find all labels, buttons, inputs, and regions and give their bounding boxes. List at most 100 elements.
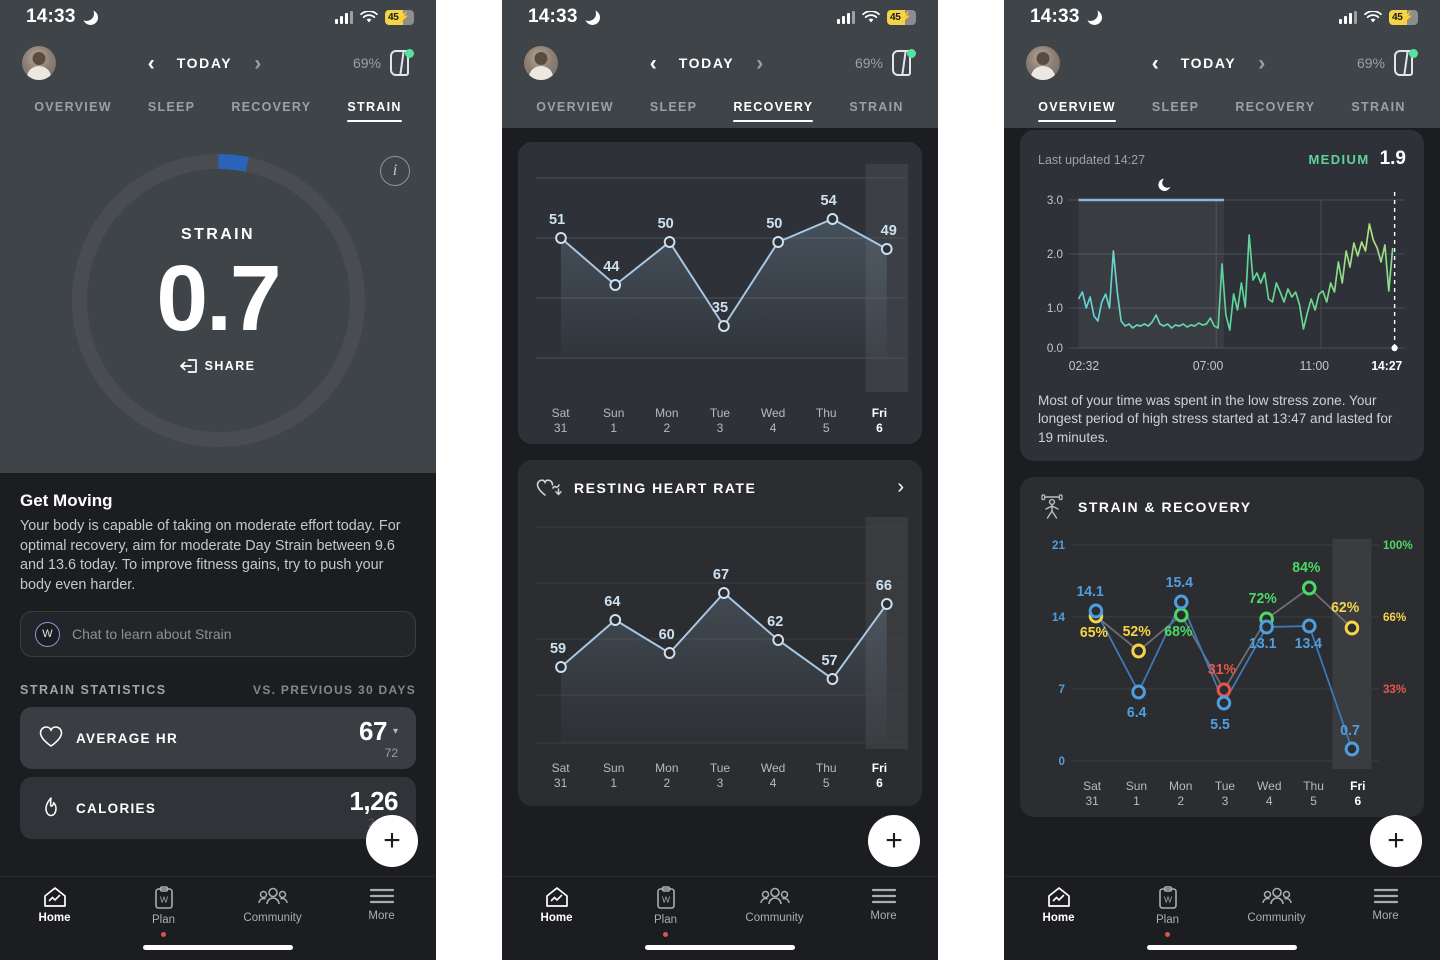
- chevron-down-icon[interactable]: ▾: [393, 726, 398, 737]
- clipboard-w-icon: W: [656, 886, 675, 909]
- nav-item-plan[interactable]: W Plan: [122, 886, 206, 937]
- current-date-label[interactable]: TODAY: [679, 55, 734, 71]
- svg-text:14: 14: [1052, 610, 1065, 624]
- user-avatar[interactable]: [1026, 46, 1060, 80]
- add-activity-button[interactable]: +: [366, 815, 418, 867]
- status-bar: 14:33 45 ⚡: [0, 0, 436, 34]
- nav-label: More: [1372, 910, 1399, 922]
- prev-day-button[interactable]: ‹: [148, 53, 155, 74]
- nav-item-more[interactable]: More: [340, 886, 424, 922]
- battery-indicator: 45 ⚡: [887, 9, 916, 25]
- user-avatar[interactable]: [22, 46, 56, 80]
- battery-indicator: 45 ⚡: [385, 9, 414, 25]
- tab-strain[interactable]: STRAIN: [849, 100, 903, 122]
- table-row[interactable]: CALORIES 1,26 2,275: [20, 777, 416, 840]
- add-activity-button[interactable]: +: [868, 815, 920, 867]
- nav-item-community[interactable]: Community: [231, 886, 315, 924]
- wifi-icon: [360, 10, 378, 24]
- status-bar: 14:33 45 ⚡: [1004, 0, 1440, 34]
- next-day-button[interactable]: ›: [756, 53, 763, 74]
- tab-overview[interactable]: OVERVIEW: [1038, 100, 1116, 122]
- share-button[interactable]: SHARE: [179, 357, 256, 375]
- nav-item-community[interactable]: Community: [733, 886, 817, 924]
- tab-recovery[interactable]: RECOVERY: [1235, 100, 1315, 122]
- svg-text:62%: 62%: [1331, 600, 1359, 616]
- notification-badge: [161, 932, 166, 937]
- nav-item-plan[interactable]: W Plan: [624, 886, 708, 937]
- current-date-label[interactable]: TODAY: [177, 55, 232, 71]
- next-day-button[interactable]: ›: [1258, 53, 1265, 74]
- axis-tick: 11:00: [1300, 359, 1330, 373]
- chat-input-bar[interactable]: W Chat to learn about Strain: [20, 611, 416, 658]
- current-date-label[interactable]: TODAY: [1181, 55, 1236, 71]
- people-icon: [257, 887, 288, 905]
- tab-recovery[interactable]: RECOVERY: [231, 100, 311, 122]
- svg-text:57: 57: [821, 653, 837, 669]
- tab-sleep[interactable]: SLEEP: [148, 100, 196, 122]
- nav-label: More: [368, 910, 395, 922]
- prev-day-button[interactable]: ‹: [650, 53, 657, 74]
- tab-overview[interactable]: OVERVIEW: [34, 100, 112, 122]
- status-time: 14:33: [528, 6, 578, 27]
- nav-item-more[interactable]: More: [842, 886, 926, 922]
- axis-tick: 14:27: [1371, 359, 1402, 373]
- rhr-chart: 59 64 60 67 62 57 66 Sat 31 Sun 1 Mon 2 Tue 3 W…: [528, 509, 912, 791]
- svg-text:65%: 65%: [1080, 625, 1108, 641]
- nav-item-community[interactable]: Community: [1235, 886, 1319, 924]
- lightning-bolt-icon: ⚡: [1401, 11, 1414, 23]
- overview-scroll-area: Last updated 14:27 MEDIUM 1.9 3.0 2.0 1.…: [1004, 130, 1440, 818]
- device-status[interactable]: 69%: [855, 48, 916, 78]
- statistics-compare-label: VS. PREVIOUS 30 DAYS: [253, 683, 416, 698]
- svg-text:52%: 52%: [1123, 624, 1151, 640]
- tab-sleep[interactable]: SLEEP: [1152, 100, 1200, 122]
- device-status[interactable]: 69%: [1357, 48, 1418, 78]
- strain-recovery-header: STRAIN & RECOVERY: [1030, 491, 1414, 531]
- nav-item-home[interactable]: Home: [1017, 886, 1101, 924]
- axis-label: Tue 3: [709, 406, 731, 435]
- screenshot-gap-2: [938, 0, 1004, 960]
- svg-text:2.0: 2.0: [1047, 247, 1064, 261]
- app-header: ‹ TODAY › 69%: [502, 34, 938, 92]
- rhr-card-header[interactable]: RESTING HEART RATE ›: [528, 474, 912, 509]
- tab-sleep[interactable]: SLEEP: [650, 100, 698, 122]
- svg-text:49: 49: [881, 223, 897, 239]
- nav-item-home[interactable]: Home: [515, 886, 599, 924]
- svg-text:60: 60: [659, 627, 675, 643]
- screenshot-gap-1: [436, 0, 502, 960]
- add-activity-button[interactable]: +: [1370, 815, 1422, 867]
- resting-heart-rate-card[interactable]: RESTING HEART RATE › 59 64 60 67 62 57 6…: [518, 460, 922, 806]
- bottom-navigation: Home W Plan Community More: [502, 876, 938, 960]
- chevron-right-icon[interactable]: ›: [897, 476, 904, 499]
- user-avatar[interactable]: [524, 46, 558, 80]
- next-day-button[interactable]: ›: [254, 53, 261, 74]
- strain-recovery-card: STRAIN & RECOVERY 21 14 70 100% 66% 33% …: [1020, 477, 1424, 818]
- axis-label: Wed 4: [760, 406, 786, 435]
- bottom-navigation: Home W Plan Community More: [0, 876, 436, 960]
- rhr-chart-x-axis: Sat 31 Sun 1 Mon 2 Tue 3 Wed 4 Thu 5 Fri 6: [528, 761, 912, 791]
- date-navigator: ‹ TODAY ›: [650, 53, 763, 74]
- nav-item-home[interactable]: Home: [13, 886, 97, 924]
- nav-item-more[interactable]: More: [1344, 886, 1428, 922]
- table-row[interactable]: AVERAGE HR 67 ▾ 72: [20, 707, 416, 770]
- share-label: SHARE: [204, 359, 256, 373]
- device-status[interactable]: 69%: [353, 48, 414, 78]
- axis-label: Wed 4: [1257, 779, 1282, 809]
- insight-body: Your body is capable of taking on modera…: [20, 518, 401, 593]
- tab-strain[interactable]: STRAIN: [1351, 100, 1405, 122]
- recovery-scroll-area: 51 44 50 35 50 54 49 Sat 31 Sun 1 Mon 2 Tue 3 W…: [502, 128, 938, 806]
- hamburger-icon: [871, 888, 896, 904]
- nav-label: Home: [38, 912, 71, 924]
- svg-text:0.7: 0.7: [1340, 723, 1360, 739]
- tab-overview[interactable]: OVERVIEW: [536, 100, 614, 122]
- prev-day-button[interactable]: ‹: [1152, 53, 1159, 74]
- flame-icon: [38, 795, 64, 821]
- tab-recovery[interactable]: RECOVERY: [733, 100, 814, 122]
- axis-label: Wed 4: [760, 761, 786, 790]
- tab-strain[interactable]: STRAIN: [347, 100, 403, 122]
- svg-text:50: 50: [766, 216, 782, 232]
- strain-ring: STRAIN 0.7 SHARE: [66, 148, 371, 453]
- nav-item-plan[interactable]: W Plan: [1126, 886, 1210, 937]
- stress-insight-note: Most of your time was spent in the low s…: [1038, 393, 1393, 445]
- axis-label-today: Fri 6: [1350, 779, 1366, 809]
- people-icon: [759, 887, 790, 905]
